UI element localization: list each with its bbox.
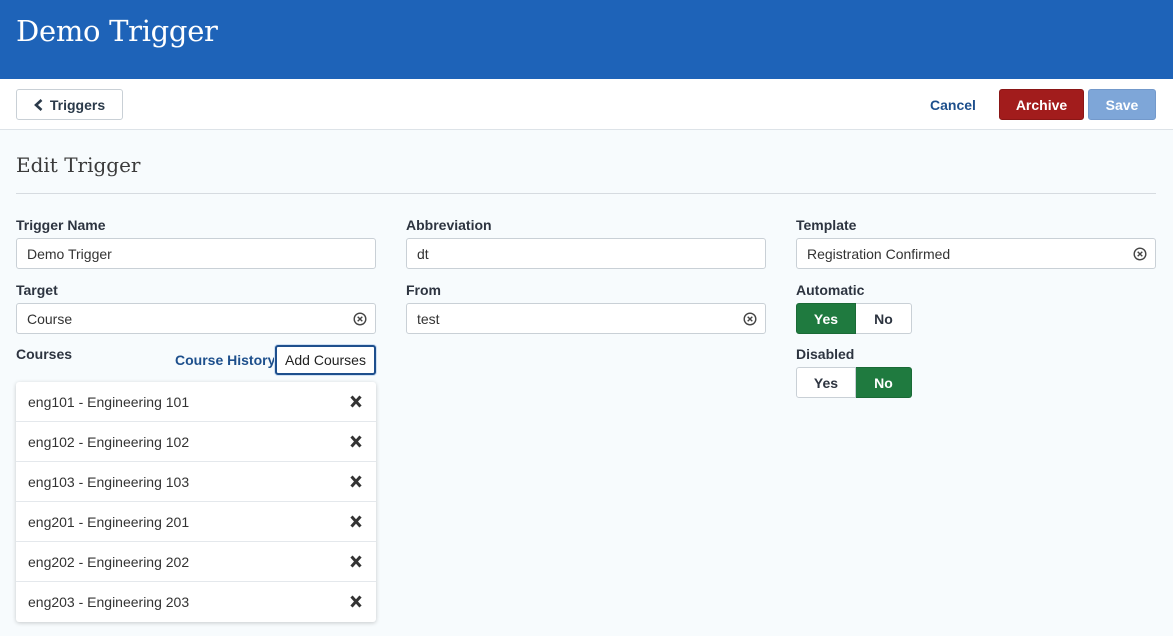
list-item: eng201 - Engineering 201 [16,502,376,542]
course-list: eng101 - Engineering 101 eng102 - Engine… [16,382,376,622]
disabled-no-option[interactable]: No [856,367,912,398]
automatic-yes-option[interactable]: Yes [796,303,856,334]
remove-x-icon[interactable] [350,515,362,528]
automatic-toggle: Yes No [796,303,912,334]
abbreviation-input[interactable]: dt [406,238,766,269]
courses-label: Courses [16,346,73,362]
section-divider [16,193,1156,194]
chevron-left-icon [33,98,43,111]
from-label: From [406,282,441,298]
cancel-link[interactable]: Cancel [930,97,976,113]
clear-circle-icon[interactable] [743,312,757,326]
course-name: eng101 - Engineering 101 [28,393,190,410]
clear-circle-icon[interactable] [353,312,367,326]
automatic-no-option[interactable]: No [856,303,912,334]
template-value: Registration Confirmed [807,245,951,262]
course-name: eng201 - Engineering 201 [28,513,190,530]
disabled-toggle: Yes No [796,367,912,398]
abbreviation-value: dt [417,245,429,262]
remove-x-icon[interactable] [350,595,362,608]
list-item: eng103 - Engineering 103 [16,462,376,502]
remove-x-icon[interactable] [350,555,362,568]
template-select[interactable]: Registration Confirmed [796,238,1156,269]
from-value: test [417,310,440,327]
course-name: eng202 - Engineering 202 [28,553,190,570]
back-button-label: Triggers [49,96,106,113]
list-item: eng101 - Engineering 101 [16,382,376,422]
toolbar: Triggers Cancel Archive Save [0,79,1173,130]
list-item: eng202 - Engineering 202 [16,542,376,582]
back-to-triggers-button[interactable]: Triggers [16,89,123,120]
template-label: Template [796,217,857,233]
target-select[interactable]: Course [16,303,376,334]
remove-x-icon[interactable] [350,435,362,448]
from-select[interactable]: test [406,303,766,334]
course-name: eng203 - Engineering 203 [28,594,190,610]
page-header-title: Demo Trigger [16,14,218,48]
archive-button[interactable]: Archive [999,89,1084,120]
course-name: eng102 - Engineering 102 [28,433,190,450]
add-courses-button[interactable]: Add Courses [275,345,376,375]
trigger-name-input[interactable]: Demo Trigger [16,238,376,269]
section-title: Edit Trigger [16,153,141,177]
target-label: Target [16,282,58,298]
remove-x-icon[interactable] [350,395,362,408]
save-button[interactable]: Save [1088,89,1156,120]
automatic-label: Automatic [796,282,865,298]
list-item: eng102 - Engineering 102 [16,422,376,462]
remove-x-icon[interactable] [350,475,362,488]
disabled-label: Disabled [796,346,855,362]
list-item: eng203 - Engineering 203 [16,582,376,622]
course-history-link[interactable]: Course History [175,352,275,368]
clear-circle-icon[interactable] [1133,247,1147,261]
abbreviation-label: Abbreviation [406,217,492,233]
target-value: Course [27,310,73,327]
disabled-yes-option[interactable]: Yes [796,367,856,398]
page-header: Demo Trigger [0,0,1173,79]
course-name: eng103 - Engineering 103 [28,473,190,490]
trigger-name-value: Demo Trigger [27,245,112,262]
trigger-name-label: Trigger Name [16,217,106,233]
